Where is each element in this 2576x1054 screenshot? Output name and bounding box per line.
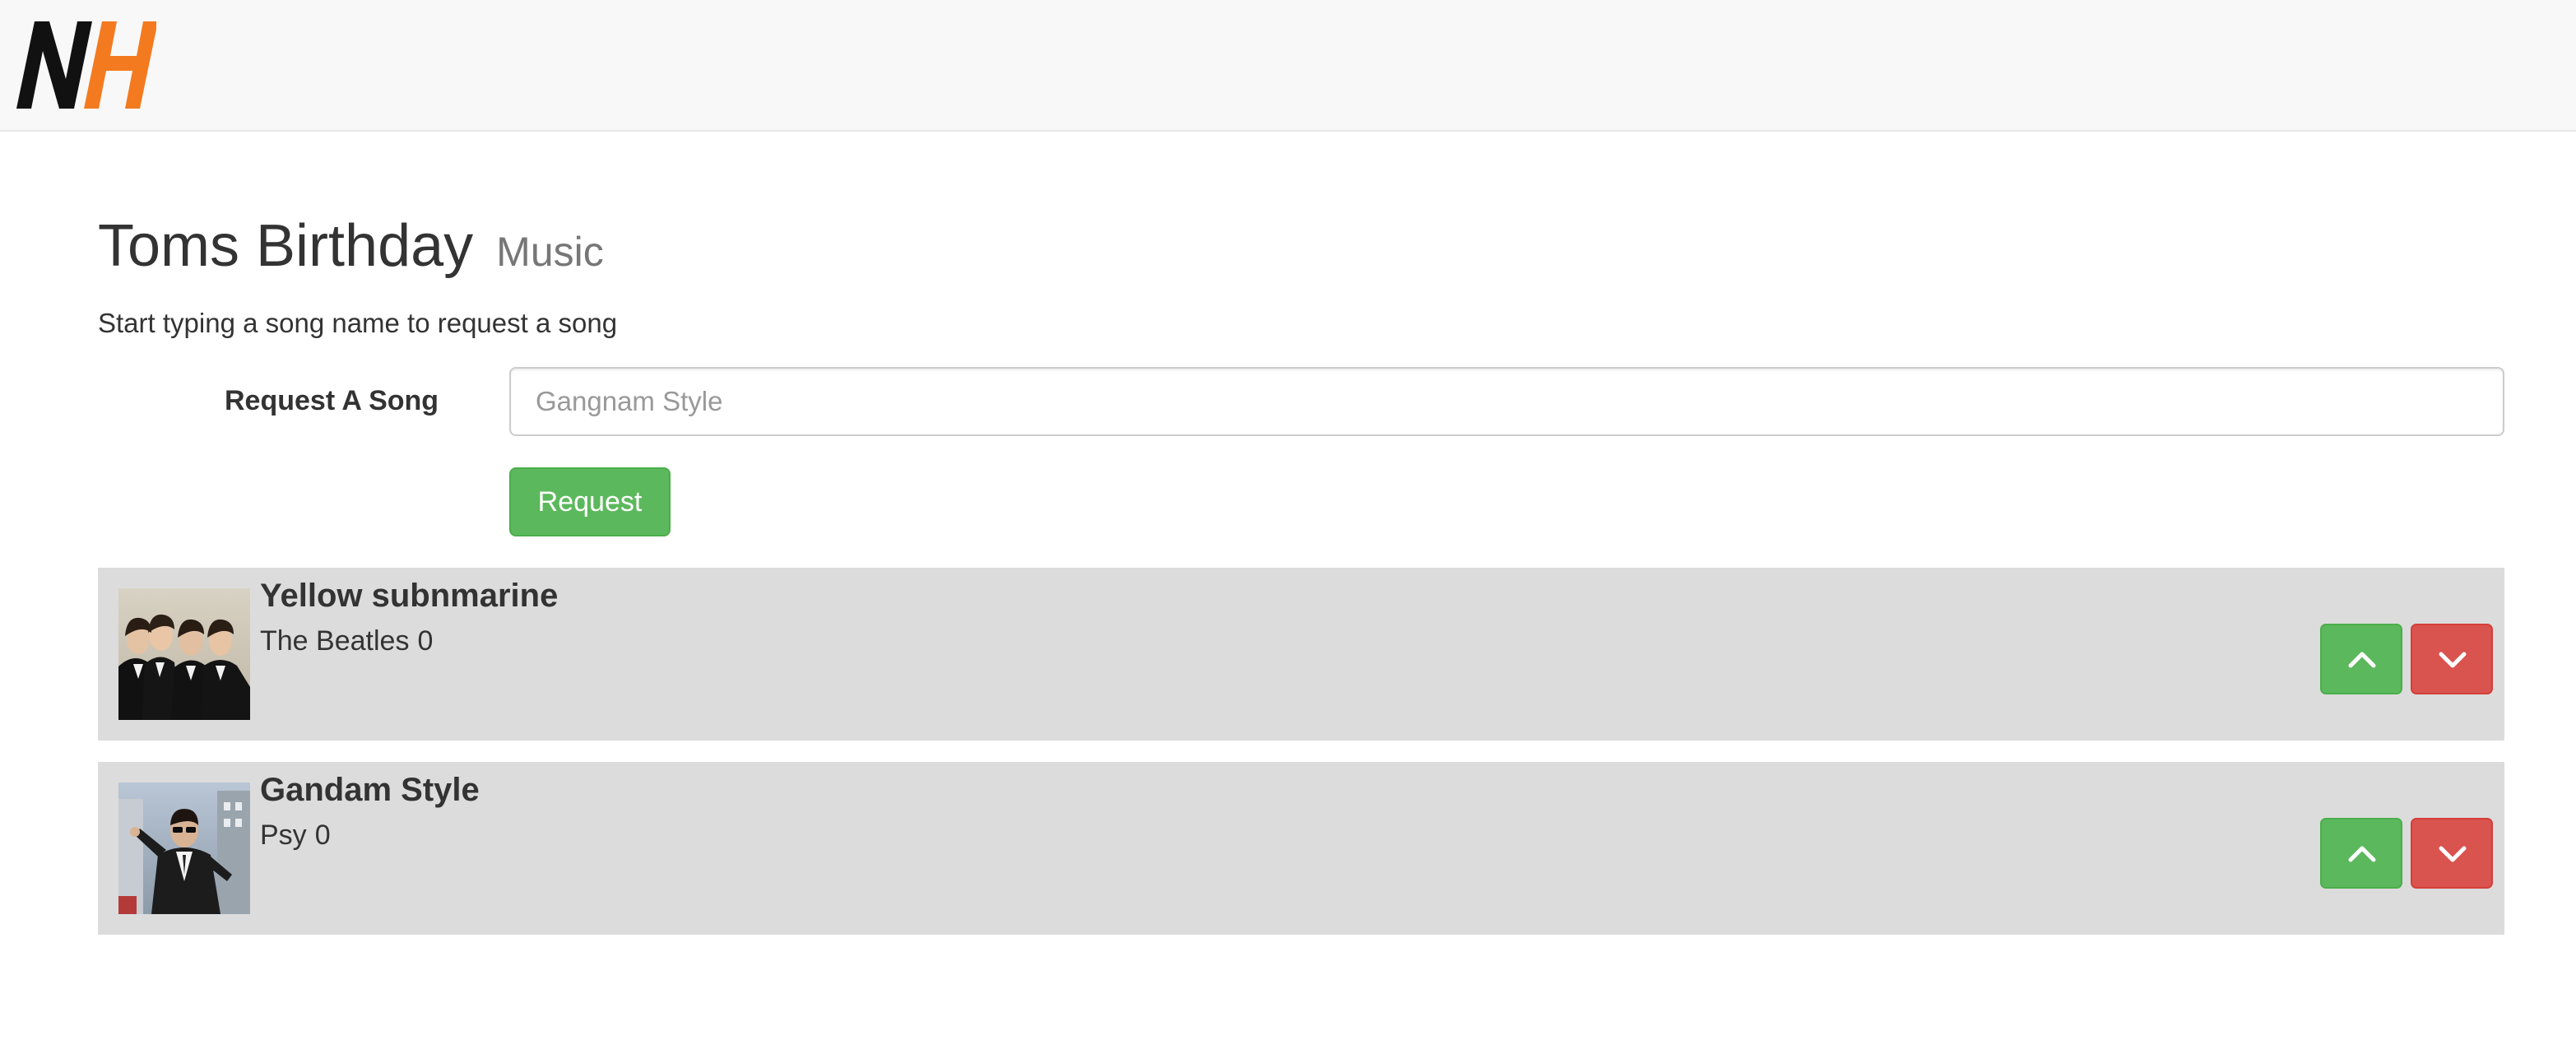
- page-title: Toms Birthday Music: [98, 213, 604, 279]
- song-meta: Psy 0: [260, 820, 331, 852]
- song-row: Yellow subnmarine The Beatles 0: [98, 568, 2504, 741]
- upvote-button[interactable]: [2320, 818, 2402, 889]
- chevron-up-icon: [2348, 846, 2376, 862]
- navbar: [0, 0, 2576, 132]
- downvote-button[interactable]: [2411, 818, 2493, 889]
- intro-text: Start typing a song name to request a so…: [98, 308, 618, 338]
- downvote-button[interactable]: [2411, 624, 2493, 694]
- song-meta: The Beatles 0: [260, 625, 433, 657]
- chevron-down-icon: [2439, 652, 2467, 668]
- song-thumbnail: [118, 588, 250, 720]
- song-votes: 0: [314, 820, 331, 851]
- chevron-up-icon: [2348, 652, 2376, 668]
- brand-logo[interactable]: [16, 21, 158, 109]
- song-title: Yellow subnmarine: [260, 578, 559, 614]
- song-row: Gandam Style Psy 0: [98, 762, 2504, 935]
- page-title-text: Toms Birthday: [98, 213, 474, 279]
- song-votes: 0: [417, 625, 434, 657]
- chevron-down-icon: [2439, 846, 2467, 862]
- request-song-label: Request A Song: [225, 385, 439, 416]
- page-subtitle: Music: [496, 229, 604, 275]
- song-artist: The Beatles: [260, 625, 410, 657]
- song-title: Gandam Style: [260, 772, 480, 808]
- request-button[interactable]: Request: [509, 467, 671, 536]
- request-song-input[interactable]: [509, 367, 2504, 436]
- song-artist: Psy: [260, 820, 307, 851]
- upvote-button[interactable]: [2320, 624, 2402, 694]
- song-list: Yellow subnmarine The Beatles 0 Gandam S…: [98, 568, 2504, 956]
- song-thumbnail: [118, 782, 250, 914]
